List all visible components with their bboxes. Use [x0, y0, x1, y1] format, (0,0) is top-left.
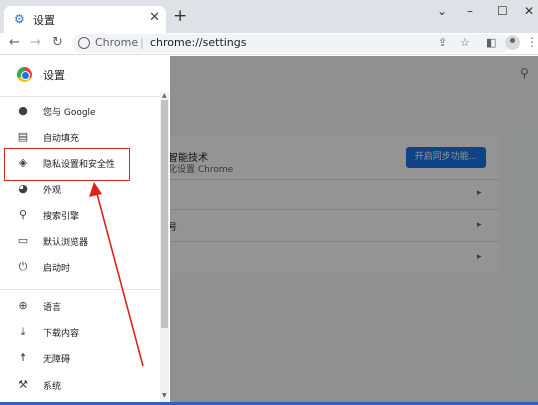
url-separator: | — [140, 36, 144, 49]
divider — [0, 289, 160, 290]
maximize-button[interactable]: ☐ — [497, 4, 508, 18]
sidebar-item-label: 自动填充 — [43, 134, 80, 144]
tab-close-icon[interactable]: ✕ — [149, 10, 160, 25]
search-settings-icon[interactable]: ⚲ — [520, 66, 529, 80]
forward-button[interactable]: → — [30, 35, 41, 51]
drawer-title: 设置 — [43, 69, 65, 82]
annotation-highlight-box — [4, 148, 130, 181]
sidebar-item-label: 下载内容 — [43, 329, 80, 339]
new-tab-button[interactable]: + — [173, 7, 187, 25]
sidebar-item-you-and-google[interactable]: ● 您与 Google — [0, 99, 160, 125]
globe-icon: ⊕ — [18, 299, 28, 312]
sidebar-item-system[interactable]: ⚒ 系统 — [0, 373, 160, 399]
drawer-scrim[interactable] — [170, 56, 538, 402]
sidebar-item-search-engine[interactable]: ⚲ 搜索引擎 — [0, 203, 160, 229]
clipboard-icon: ▤ — [17, 130, 29, 143]
search-icon: ⚲ — [18, 208, 28, 221]
scroll-down-icon[interactable]: ▼ — [162, 392, 167, 399]
tab-title: 设置 — [33, 14, 55, 27]
drawer-scrollbar[interactable]: ▲ ▼ — [160, 92, 169, 402]
more-menu-icon[interactable]: ⋮ — [526, 35, 538, 49]
minimize-button[interactable]: – — [467, 4, 473, 18]
close-window-button[interactable]: ✕ — [524, 4, 534, 18]
bookmark-star-icon[interactable]: ☆ — [460, 36, 470, 49]
sidebar-item-on-startup[interactable]: ⏻ 启动时 — [0, 255, 160, 281]
sidebar-item-languages[interactable]: ⊕ 语言 — [0, 294, 160, 320]
scroll-thumb[interactable] — [161, 100, 168, 328]
sidebar-item-label: 启动时 — [43, 264, 71, 274]
sidebar-item-label: 默认浏览器 — [43, 238, 89, 248]
browser-icon: ▭ — [17, 234, 29, 247]
wrench-icon: ⚒ — [18, 378, 28, 391]
chrome-logo-icon — [17, 67, 32, 82]
sidebar-item-label: 外观 — [43, 186, 62, 196]
sidebar-item-default-browser[interactable]: ▭ 默认浏览器 — [0, 229, 160, 255]
settings-drawer: 设置 ● 您与 Google ▤ 自动填充 ◈ 隐私设置和安全性 ◕ 外观 ⚲ … — [0, 56, 170, 402]
gear-icon: ⚙ — [14, 12, 25, 26]
browser-window: ⚙ 设置 ✕ + ⌄ – ☐ ✕ ← → ↻ Chrome | chrome:/… — [0, 0, 538, 402]
sidebar-item-downloads[interactable]: ⤓ 下载内容 — [0, 320, 160, 346]
sidebar-item-label: 语言 — [43, 303, 62, 313]
reload-button[interactable]: ↻ — [52, 35, 63, 51]
tab-search-chevron-icon[interactable]: ⌄ — [437, 4, 447, 18]
sidebar-item-label: 无障碍 — [43, 355, 71, 365]
avatar[interactable] — [505, 35, 520, 50]
sidebar-item-accessibility[interactable]: ☨ 无障碍 — [0, 346, 160, 372]
sidebar-item-label: 您与 Google — [43, 108, 96, 118]
accessibility-icon: ☨ — [20, 351, 26, 364]
address-bar[interactable]: Chrome | chrome://settings ⇪ ☆ — [72, 34, 510, 53]
sidebar-item-label: 搜索引擎 — [43, 212, 80, 222]
tab-strip: ⚙ 设置 ✕ + ⌄ – ☐ ✕ — [0, 0, 538, 33]
drawer-header: 设置 — [0, 56, 170, 92]
url-text[interactable]: chrome://settings — [150, 36, 247, 49]
site-name: Chrome — [95, 36, 139, 49]
sidebar-item-label: 系统 — [43, 382, 62, 392]
tab-settings[interactable]: ⚙ 设置 ✕ — [4, 6, 166, 33]
share-icon[interactable]: ⇪ — [438, 36, 447, 49]
power-icon: ⏻ — [18, 260, 28, 273]
download-icon: ⤓ — [20, 325, 26, 338]
divider — [0, 96, 160, 97]
palette-icon: ◕ — [18, 182, 28, 195]
person-icon: ● — [18, 104, 28, 117]
side-panel-icon[interactable]: ◧ — [486, 35, 496, 51]
chrome-site-icon[interactable] — [78, 37, 90, 49]
scroll-up-icon[interactable]: ▲ — [162, 92, 167, 99]
toolbar: ← → ↻ Chrome | chrome://settings ⇪ ☆ ◧ ⋮ — [0, 33, 538, 55]
back-button[interactable]: ← — [9, 35, 20, 51]
